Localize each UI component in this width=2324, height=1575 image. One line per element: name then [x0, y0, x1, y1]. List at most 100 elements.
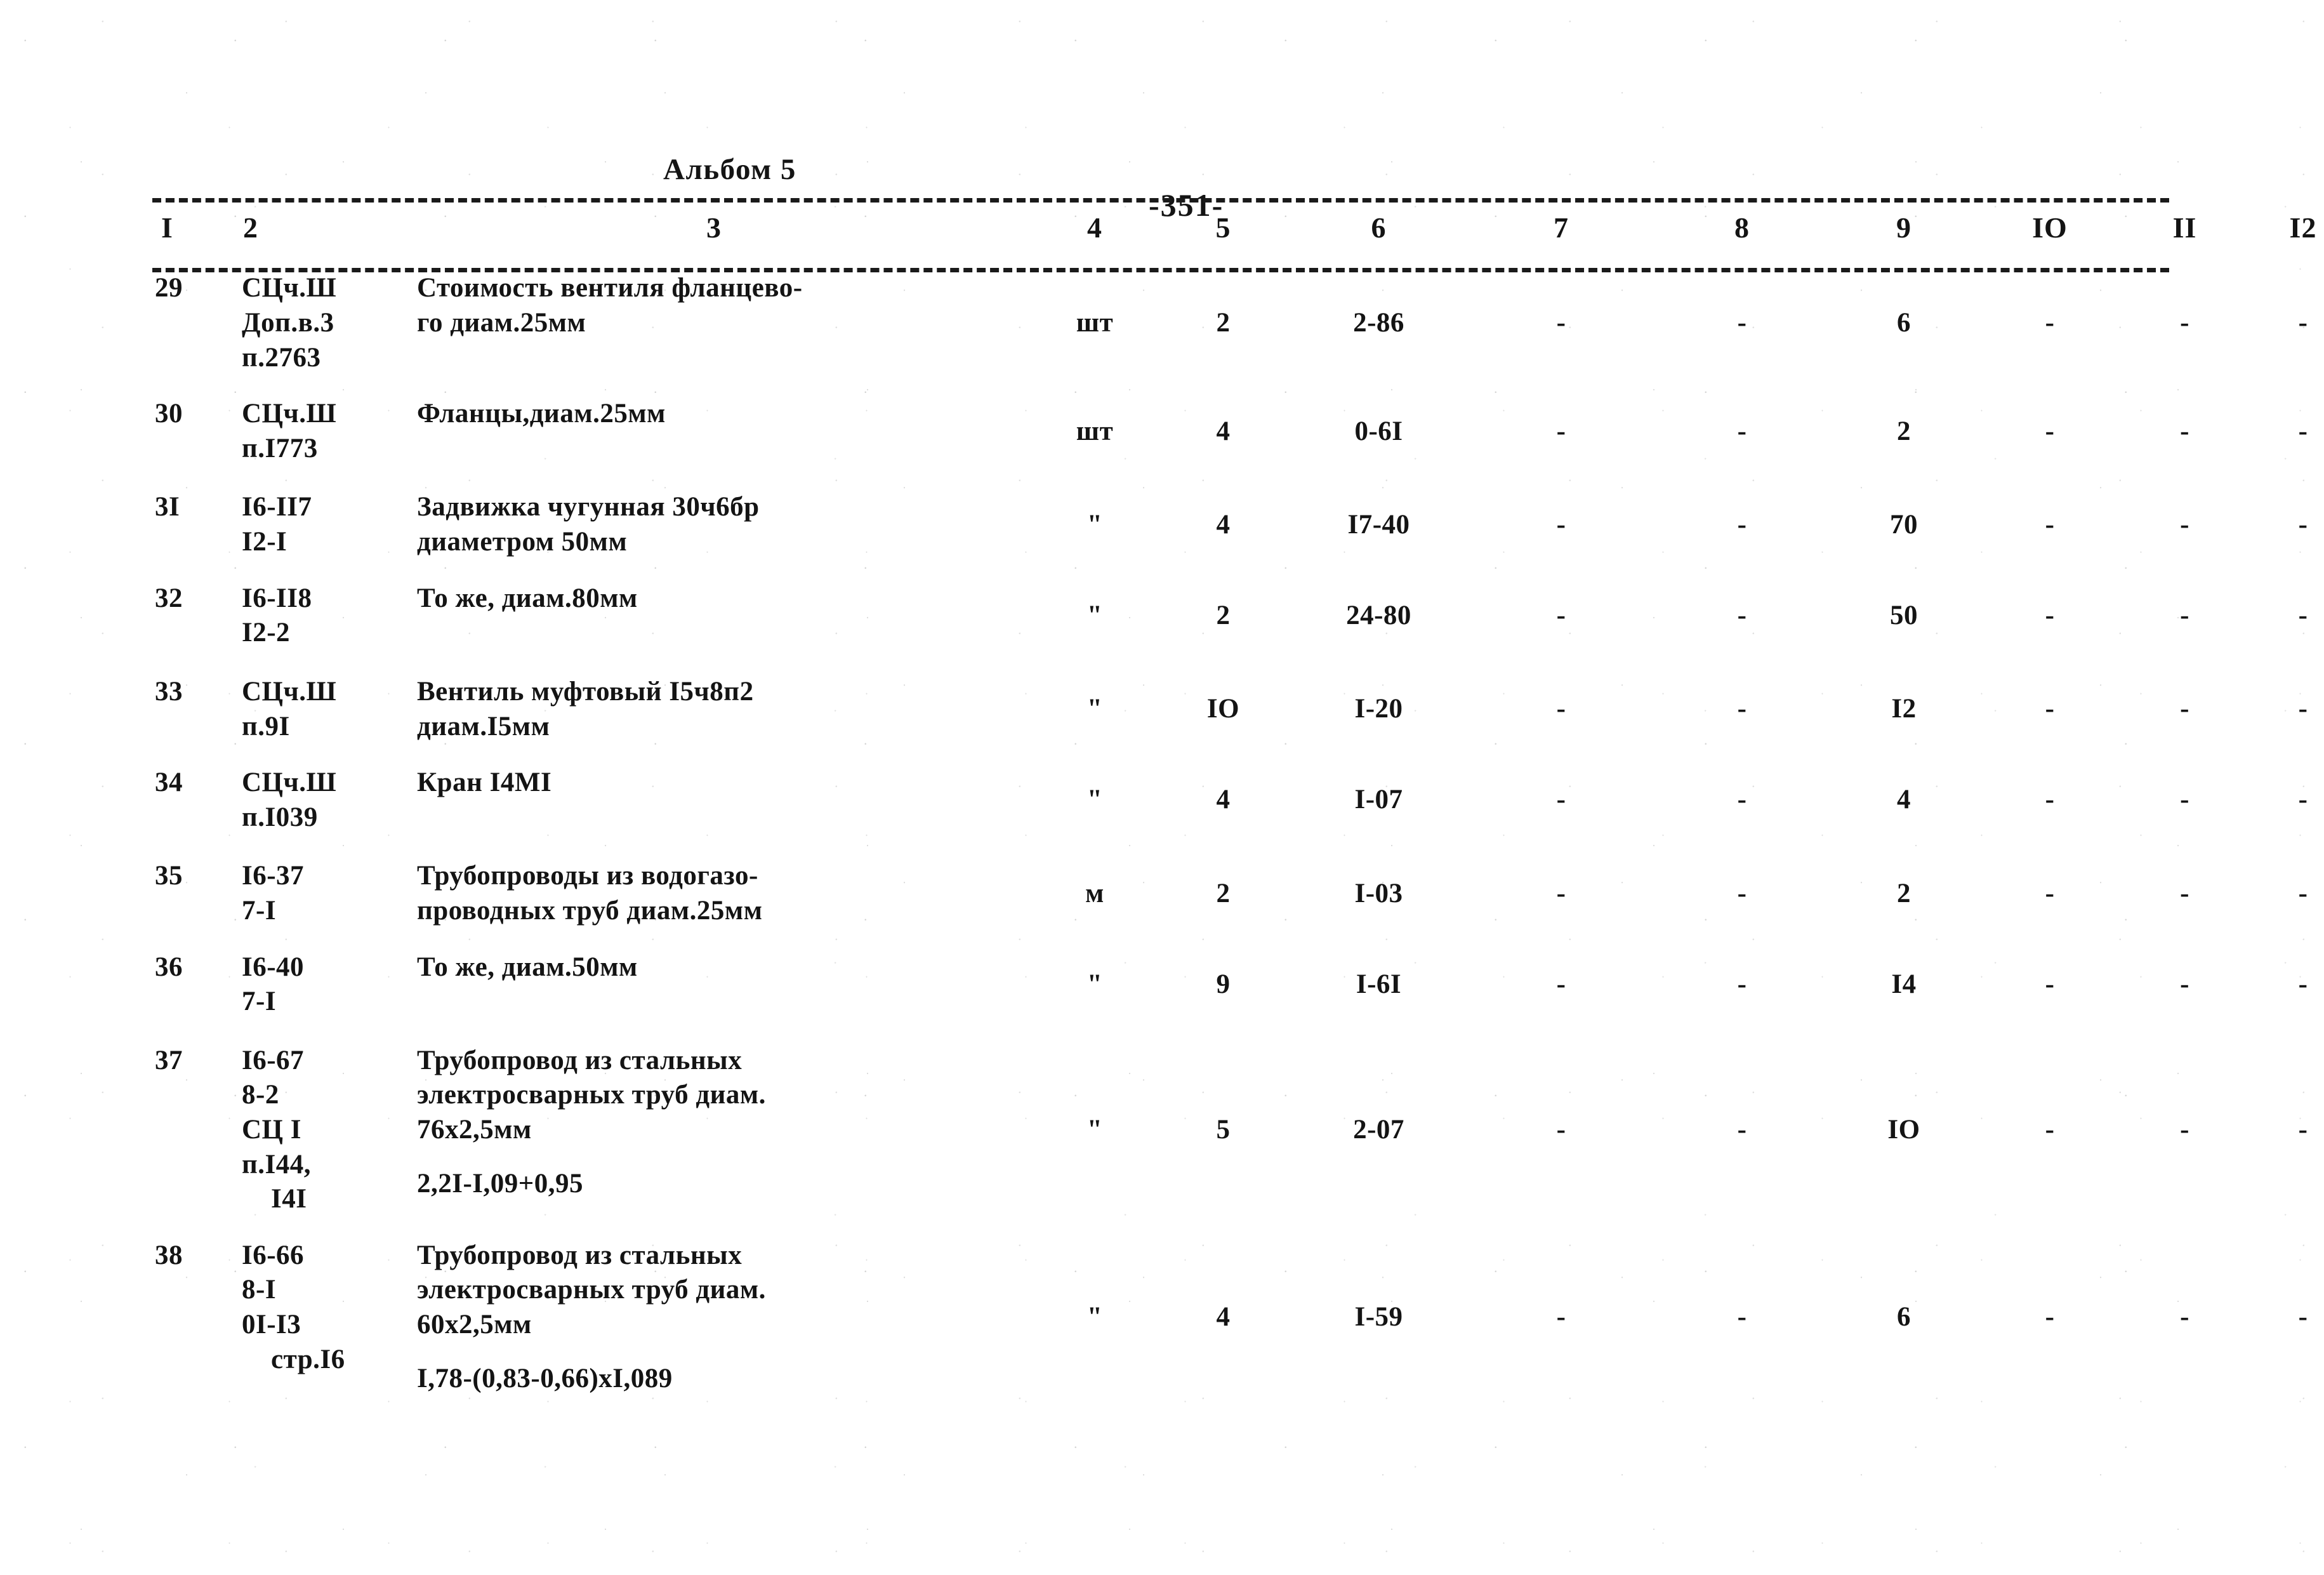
column-10-cell: - — [2045, 600, 2055, 630]
unit-price-cell: 0-6I — [1354, 416, 1403, 446]
quantity-cell: 4 — [1216, 1301, 1231, 1332]
column-12-cell: - — [2298, 694, 2308, 724]
description-cell: Стоимость вентиля фланцево-го диам.25мм — [397, 255, 1031, 382]
column-12-cell: - — [2298, 509, 2308, 540]
description-line: Задвижка чугунная 30ч6бр — [417, 492, 760, 522]
column-12-cell: - — [2298, 416, 2308, 446]
column-header-5: 5 — [1215, 211, 1231, 244]
column-7-cell: - — [1556, 969, 1566, 999]
quantity-cell: 4 — [1216, 785, 1231, 815]
row-number: 33 — [155, 676, 183, 707]
unit-cell: " — [1086, 694, 1103, 724]
column-10-cell: - — [2045, 878, 2055, 908]
quantity-cell: IO — [1206, 694, 1240, 724]
column-9-cell: 70 — [1890, 509, 1918, 540]
column-8-cell: - — [1737, 600, 1747, 630]
column-7-cell: - — [1556, 308, 1566, 338]
quantity-cell: 2 — [1216, 600, 1231, 630]
column-12-cell: - — [2298, 878, 2308, 908]
description-cell: Вентиль муфтовый I5ч8п2 диам.I5мм — [397, 658, 1031, 750]
norm-code-line: I6-II8 — [242, 583, 312, 613]
description-cell: Фланцы,диам.25мм — [397, 380, 1031, 472]
column-9-cell: 4 — [1897, 785, 1911, 815]
column-7-cell: - — [1556, 600, 1566, 630]
column-9-cell: I2 — [1891, 694, 1917, 724]
column-11-cell: - — [2180, 785, 2189, 815]
description-cell: Задвижка чугунная 30ч6бр диаметром 50мм — [397, 474, 1031, 566]
description-line: го диам.25мм — [417, 308, 586, 338]
norm-code-cell: I6-37 7-I — [225, 842, 397, 934]
norm-code-line: СЦч.Ш — [242, 768, 337, 798]
row-number: 36 — [155, 952, 183, 982]
column-8-cell: - — [1737, 1301, 1747, 1332]
description-cell: Кран I4МI — [397, 749, 1031, 841]
table-row: 29 СЦч.Ш Доп.в.3 п.2763 Стоимость вентиля фл… — [152, 255, 2324, 382]
norm-code-line: 0I-I3 — [242, 1310, 301, 1340]
row-number: 38 — [155, 1240, 183, 1270]
table-row: 30 СЦч.Ш п.I773 Фланцы,диам.25мм шт 4 0-6I - - 2 -… — [152, 380, 2324, 472]
description-line: Трубопровод из стальных — [417, 1045, 743, 1075]
unit-cell: " — [1086, 969, 1103, 999]
description-line: электросварных труб диам. — [417, 1275, 766, 1305]
norm-code-line: п.9I — [242, 711, 290, 741]
column-header-9: 9 — [1896, 211, 1911, 244]
unit-price-cell: I7-40 — [1347, 509, 1410, 540]
column-header-2: 2 — [243, 211, 258, 244]
column-header-4: 4 — [1087, 211, 1102, 244]
description-line: Трубопровод из стальных — [417, 1240, 743, 1270]
column-8-cell: - — [1737, 878, 1747, 908]
column-9-cell: 6 — [1897, 308, 1911, 338]
row-number: 35 — [155, 861, 183, 891]
norm-code-line: СЦч.Ш — [242, 399, 337, 429]
unit-cell: " — [1086, 600, 1103, 630]
column-7-cell: - — [1556, 1301, 1566, 1332]
album-label: Альбом 5 — [663, 153, 796, 186]
row-number: 3I — [155, 492, 180, 522]
column-10-cell: - — [2045, 1301, 2055, 1332]
norm-code-line: Доп.в.3 — [242, 308, 334, 338]
quantity-cell: 2 — [1216, 308, 1231, 338]
quantity-cell: 5 — [1216, 1114, 1231, 1145]
norm-code-line: СЦч.Ш — [242, 676, 337, 707]
column-header-11: II — [2172, 211, 2197, 244]
column-11-cell: - — [2180, 600, 2189, 630]
description-line: Кран I4МI — [417, 768, 552, 798]
row-number: 30 — [155, 399, 183, 429]
table-row: 33 СЦч.Ш п.9I Вентиль муфтовый I5ч8п2 диам.I… — [152, 658, 2324, 750]
column-11-cell: - — [2180, 416, 2189, 446]
column-7-cell: - — [1556, 878, 1566, 908]
unit-cell: шт — [1076, 416, 1114, 446]
unit-cell: шт — [1076, 308, 1114, 338]
column-9-cell: IO — [1887, 1114, 1920, 1145]
table-row: 37 I6-67 8-2 СЦ I п.I44, I4I Трубопровод из ст… — [152, 1027, 2324, 1223]
norm-code-line: I4I — [271, 1184, 307, 1214]
column-11-cell: - — [2180, 509, 2189, 540]
unit-price-cell: 2-86 — [1353, 308, 1404, 338]
estimate-table: I 2 3 4 5 6 7 8 9 IO II I2 29 СЦч.Ш Доп.в.3 п.2763 Стоим… — [152, 209, 2324, 1403]
column-12-cell: - — [2298, 785, 2308, 815]
table-row: 36 I6-40 7-I То же, диам.50мм " 9 I-6I - - I4 - - - — [152, 934, 2324, 1026]
column-header-1: I — [161, 211, 173, 244]
description-line: Трубопроводы из водогазо- — [417, 861, 758, 891]
unit-price-cell: I-07 — [1354, 785, 1403, 815]
description-line: То же, диам.50мм — [417, 952, 638, 982]
description-line: Стоимость вентиля фланцево- — [417, 273, 803, 303]
norm-code-cell: СЦч.Ш Доп.в.3 п.2763 — [225, 255, 397, 382]
unit-cell: м — [1085, 878, 1104, 908]
column-9-cell: 2 — [1897, 416, 1911, 446]
description-cell: То же, диам.50мм — [397, 934, 1031, 1026]
column-header-10: IO — [2032, 211, 2068, 244]
table-top-rule — [152, 198, 2169, 203]
quantity-cell: 9 — [1216, 969, 1231, 999]
norm-code-cell: I6-II8 I2-2 — [225, 565, 397, 657]
norm-code-line: п.I039 — [242, 802, 318, 832]
column-8-cell: - — [1737, 969, 1747, 999]
description-cell: Трубопровод из стальных электросварных тр… — [397, 1027, 1031, 1223]
column-12-cell: - — [2298, 1114, 2308, 1145]
norm-code-line: I6-40 — [242, 952, 305, 982]
unit-price-cell: I-03 — [1354, 878, 1403, 908]
table-row: 32 I6-II8 I2-2 То же, диам.80мм " 2 24-80 - - 50 -… — [152, 565, 2324, 657]
column-10-cell: - — [2045, 694, 2055, 724]
row-number: 34 — [155, 768, 183, 798]
column-10-cell: - — [2045, 1114, 2055, 1145]
